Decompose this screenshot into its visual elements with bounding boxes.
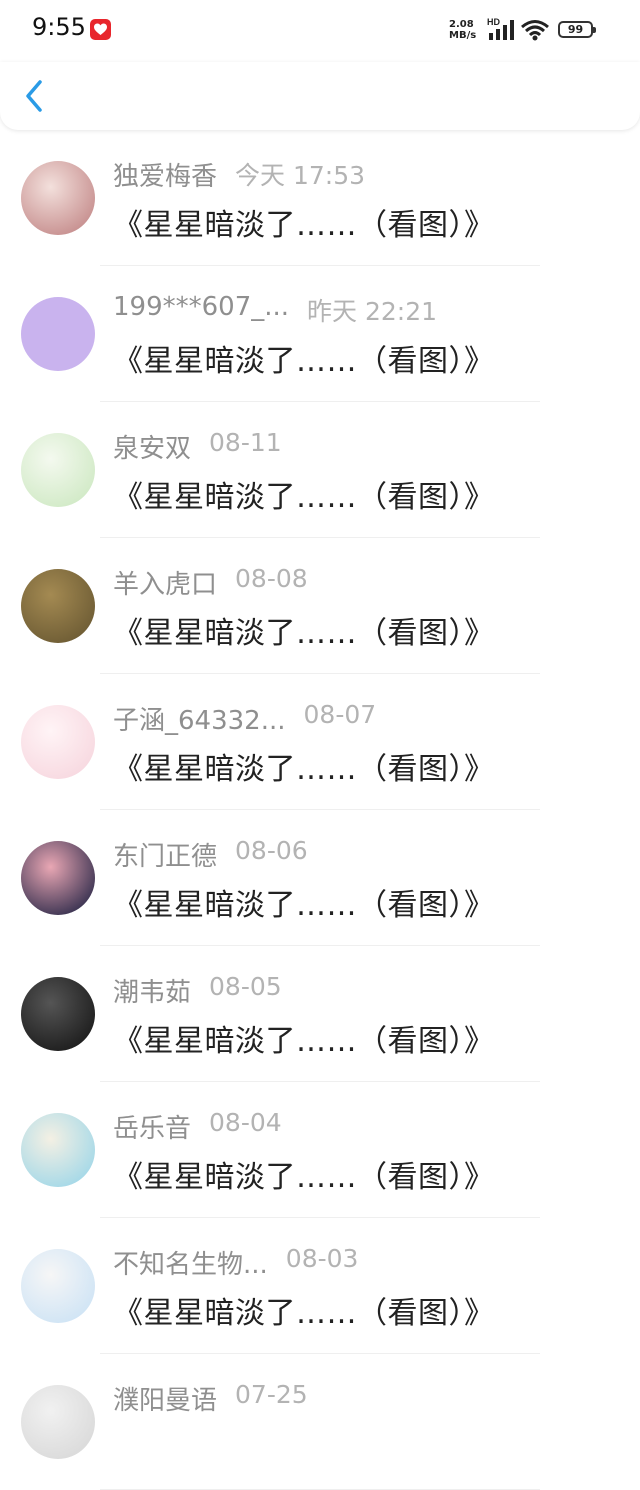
article-title[interactable]: 《星星暗淡了……（看图）》 [113,744,495,788]
timestamp: 今天 17:53 [235,161,366,190]
network-speed-unit: MB/s [449,30,477,41]
username[interactable]: 泉安双 [113,428,191,465]
message-list-item[interactable]: 不知名生物... 08-03 《星星暗淡了……（看图）》 [0,1218,640,1354]
avatar[interactable] [21,977,95,1051]
wifi-icon [521,20,549,41]
message-meta: 羊入虎口 08-08 [113,564,308,601]
timestamp: 08-05 [209,972,282,1001]
username[interactable]: 潮韦茹 [113,972,191,1009]
message-meta: 子涵_64332... 08-07 [113,700,377,737]
status-time: 9:55 [32,13,86,41]
notification-app-icon [90,19,111,40]
timestamp: 07-25 [235,1380,308,1409]
article-title[interactable]: 《星星暗淡了……（看图）》 [113,200,495,244]
signal-icon: HD [487,17,514,40]
username[interactable]: 羊入虎口 [113,564,217,601]
message-list-item[interactable]: 独爱梅香 今天 17:53 《星星暗淡了……（看图）》 [0,130,640,266]
message-list-item[interactable]: 羊入虎口 08-08 《星星暗淡了……（看图）》 [0,538,640,674]
username[interactable]: 岳乐音 [113,1108,191,1145]
top-nav-bar [0,62,640,130]
back-button[interactable] [20,76,52,116]
status-bar: 9:55 2.08 MB/s HD 99 [0,0,640,62]
username[interactable]: 不知名生物... [113,1244,268,1281]
message-list-item[interactable]: 潮韦茹 08-05 《星星暗淡了……（看图）》 [0,946,640,1082]
article-title[interactable]: 《星星暗淡了……（看图）》 [113,1288,495,1332]
svg-text:HD: HD [487,17,500,27]
username[interactable]: 东门正德 [113,836,217,873]
timestamp: 昨天 22:21 [307,297,438,326]
network-speed: 2.08 MB/s [449,19,483,41]
message-list-item[interactable]: 东门正德 08-06 《星星暗淡了……（看图）》 [0,810,640,946]
message-meta: 濮阳曼语 07-25 [113,1380,308,1417]
avatar[interactable] [21,1249,95,1323]
username[interactable]: 独爱梅香 [113,156,217,193]
avatar[interactable] [21,569,95,643]
article-title[interactable]: 《星星暗淡了……（看图）》 [113,472,495,516]
article-title[interactable]: 《星星暗淡了……（看图）》 [113,1152,495,1196]
message-list-item[interactable]: 泉安双 08-11 《星星暗淡了……（看图）》 [0,402,640,538]
message-meta: 岳乐音 08-04 [113,1108,282,1145]
message-list: 独爱梅香 今天 17:53 《星星暗淡了……（看图）》 199***607_... 昨天… [0,130,640,1490]
message-list-item[interactable]: 子涵_64332... 08-07 《星星暗淡了……（看图）》 [0,674,640,810]
message-list-item[interactable]: 岳乐音 08-04 《星星暗淡了……（看图）》 [0,1082,640,1218]
timestamp: 08-04 [209,1108,282,1137]
message-meta: 潮韦茹 08-05 [113,972,282,1009]
battery-icon: 99 [558,21,596,38]
username[interactable]: 濮阳曼语 [113,1380,217,1417]
timestamp: 08-11 [209,428,282,457]
message-list-item[interactable]: 濮阳曼语 07-25 [0,1354,640,1490]
message-list-item[interactable]: 199***607_... 昨天 22:21 《星星暗淡了……（看图）》 [0,266,640,402]
avatar[interactable] [21,1385,95,1459]
username[interactable]: 199***607_... [113,292,289,322]
message-meta: 不知名生物... 08-03 [113,1244,359,1281]
article-title[interactable]: 《星星暗淡了……（看图）》 [113,880,495,924]
username[interactable]: 子涵_64332... [113,700,286,737]
timestamp: 08-03 [285,1244,359,1273]
message-meta: 泉安双 08-11 [113,428,282,465]
avatar[interactable] [21,705,95,779]
message-meta: 独爱梅香 今天 17:53 [113,156,366,193]
avatar[interactable] [21,433,95,507]
network-speed-value: 2.08 [449,19,474,30]
avatar[interactable] [21,161,95,235]
timestamp: 08-06 [235,836,308,865]
article-title[interactable]: 《星星暗淡了……（看图）》 [113,608,495,652]
message-meta: 东门正德 08-06 [113,836,308,873]
article-title[interactable]: 《星星暗淡了……（看图）》 [113,336,495,380]
article-title[interactable]: 《星星暗淡了……（看图）》 [113,1016,495,1060]
timestamp: 08-07 [303,700,377,729]
avatar[interactable] [21,841,95,915]
chevron-left-icon [26,80,42,112]
timestamp: 08-08 [235,564,308,593]
avatar[interactable] [21,1113,95,1187]
message-meta: 199***607_... 昨天 22:21 [113,292,437,326]
avatar[interactable] [21,297,95,371]
